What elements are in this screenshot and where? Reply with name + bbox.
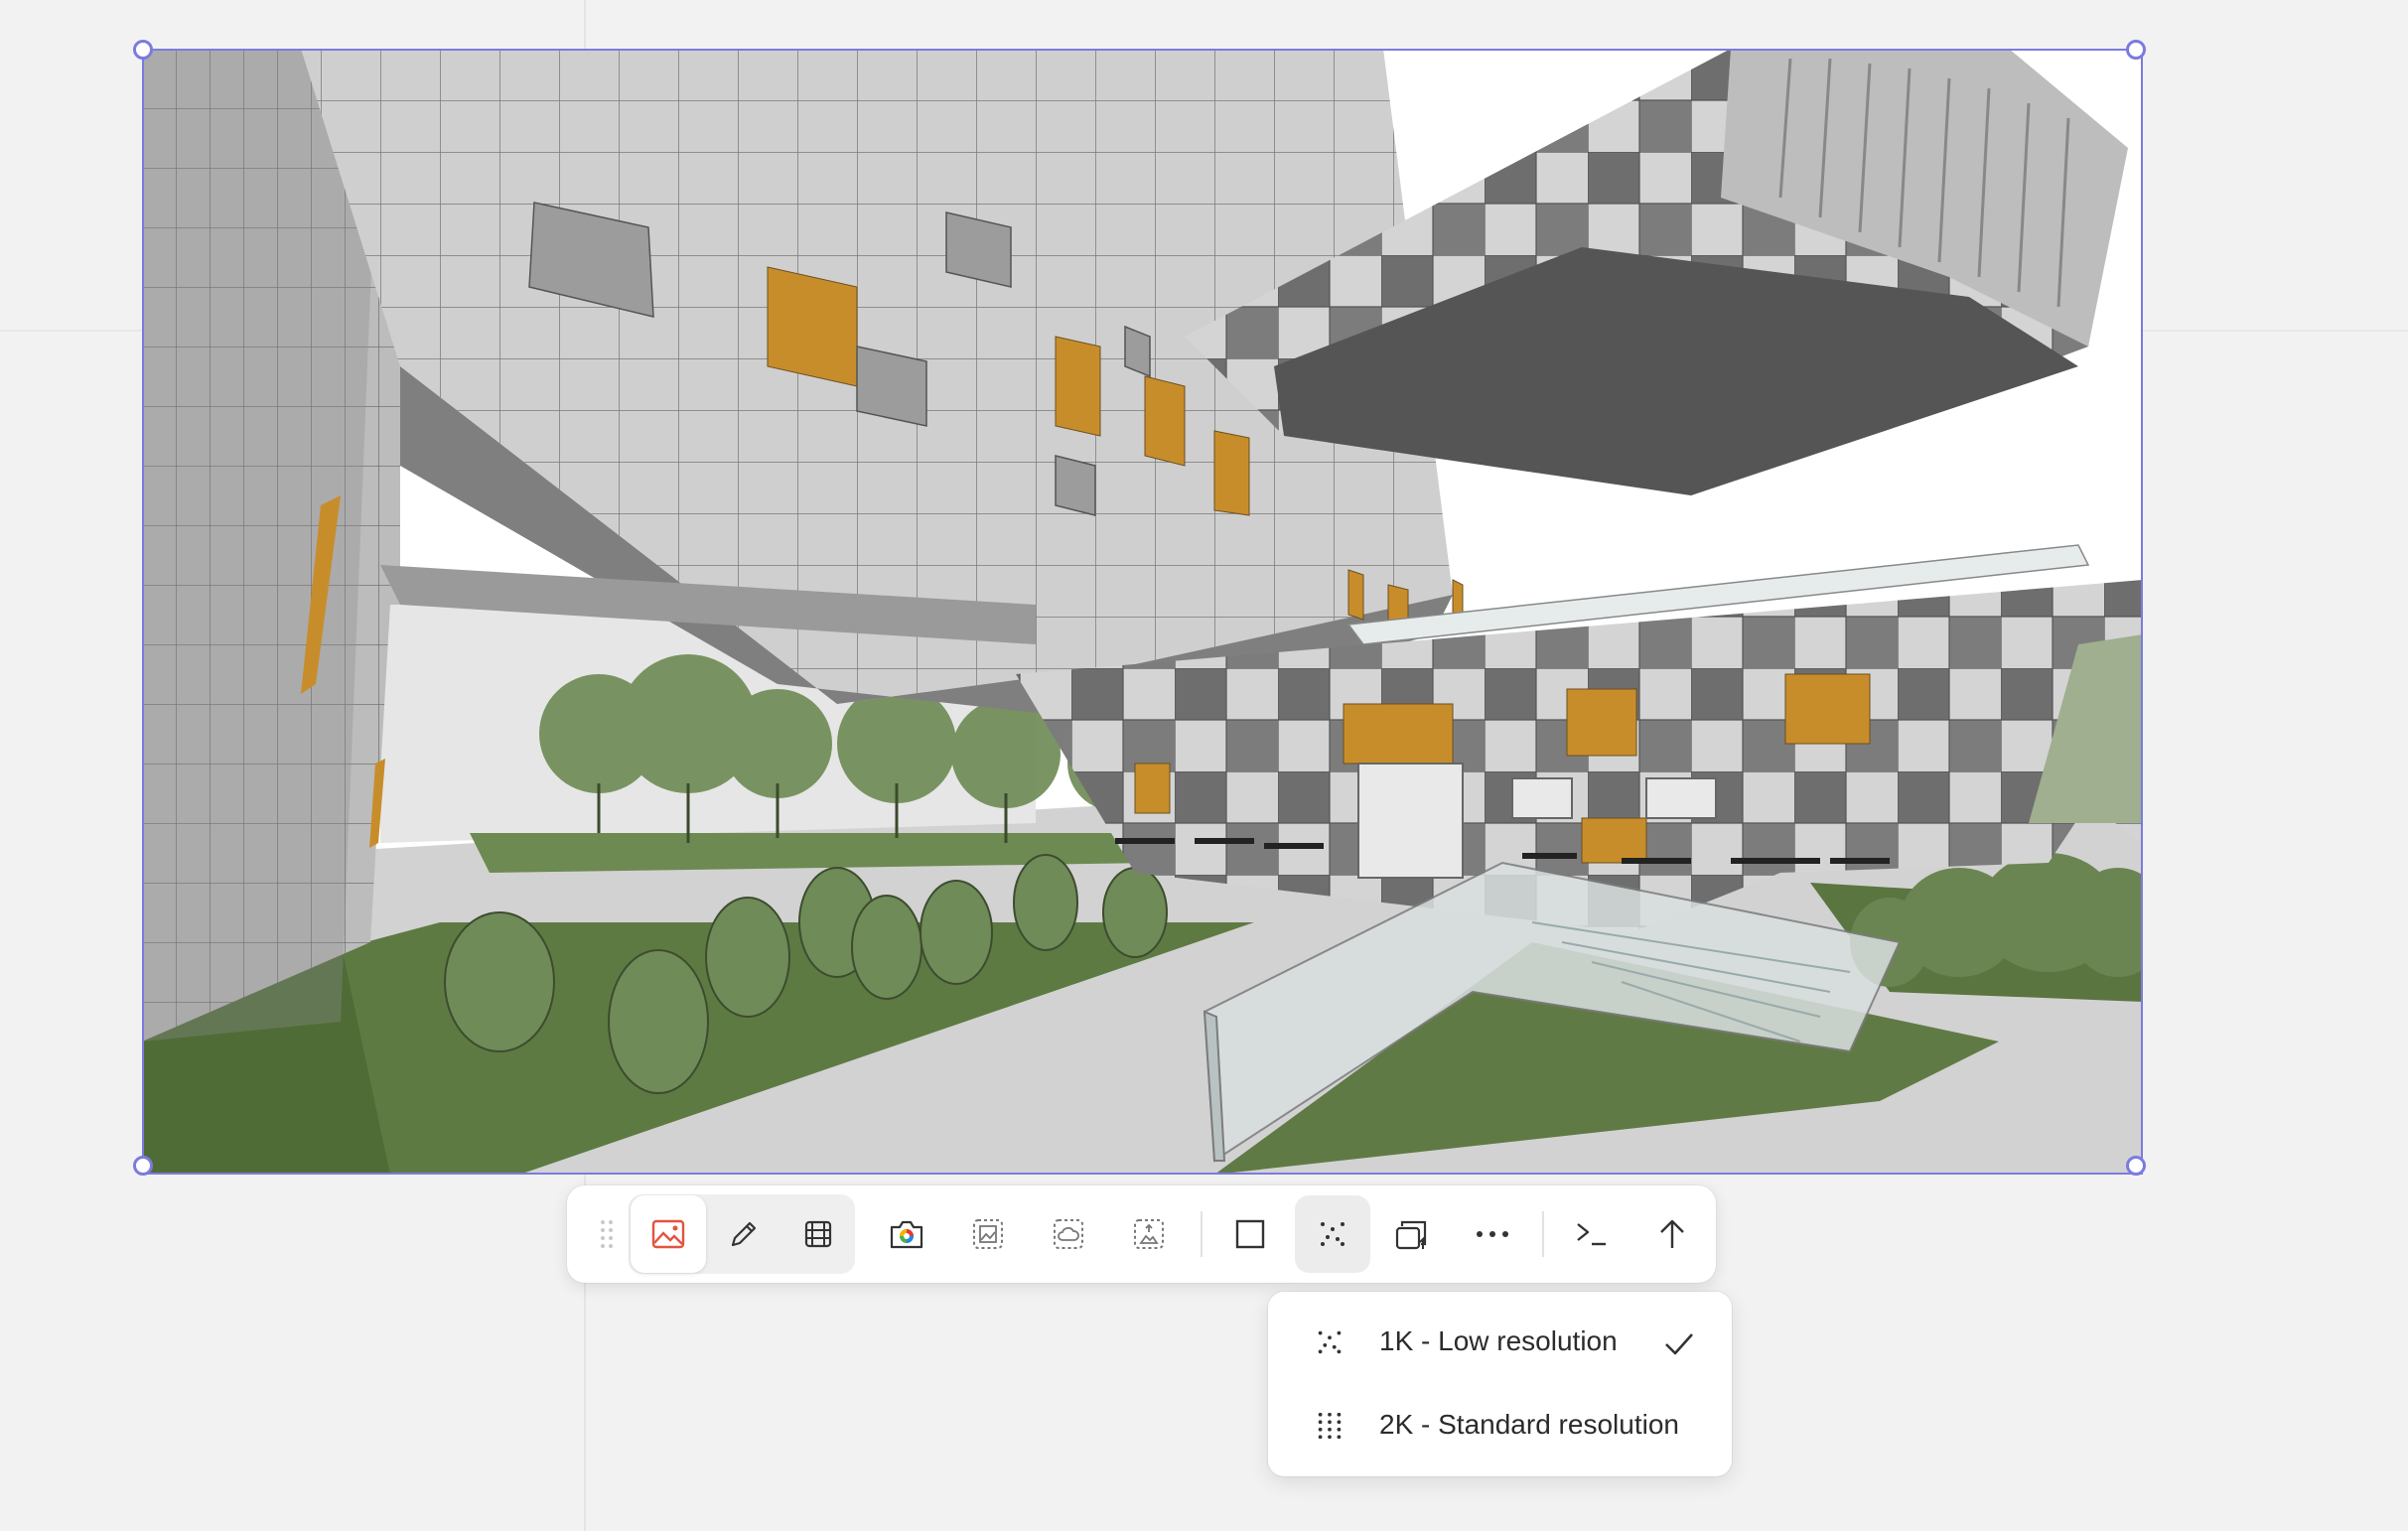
landscape-dashed-button[interactable] <box>950 1195 1026 1273</box>
ellipsis-icon <box>1477 1231 1508 1237</box>
person-dashed-button[interactable] <box>1111 1195 1187 1273</box>
copy-counter-icon <box>1395 1220 1427 1250</box>
square-icon <box>1235 1219 1265 1249</box>
video-mode-button[interactable] <box>780 1195 856 1273</box>
person-dashed-icon <box>1134 1219 1164 1249</box>
toolbar-separator <box>1542 1211 1544 1257</box>
dense-dots-icon <box>1318 1412 1342 1440</box>
sparse-dots-icon <box>1318 1330 1342 1354</box>
menu-item-label: 2K - Standard resolution <box>1379 1409 1679 1440</box>
sketch-mode-button[interactable] <box>706 1195 781 1273</box>
film-icon <box>804 1220 832 1248</box>
resolution-menu: 1K - Low resolution 2K - Standard resolu… <box>1268 1292 1732 1476</box>
camera-icon <box>890 1220 923 1249</box>
more-button[interactable] <box>1455 1195 1530 1273</box>
image-toolbar <box>567 1185 1716 1283</box>
prompt-button[interactable] <box>1554 1195 1629 1273</box>
menu-item-label: 1K - Low resolution <box>1379 1325 1618 1356</box>
submit-button[interactable] <box>1634 1195 1710 1273</box>
sparse-dots-icon <box>1321 1222 1345 1246</box>
camera-button[interactable] <box>869 1195 944 1273</box>
resize-handle-top-right[interactable] <box>2126 40 2146 60</box>
resize-handle-bottom-left[interactable] <box>133 1156 153 1176</box>
resize-handle-bottom-right[interactable] <box>2126 1156 2146 1176</box>
landscape-dashed-icon <box>973 1219 1003 1249</box>
image-icon <box>651 1219 685 1249</box>
aspect-ratio-button[interactable] <box>1212 1195 1288 1273</box>
grip-dots-icon[interactable] <box>600 1218 614 1250</box>
cloud-dashed-icon <box>1054 1219 1083 1249</box>
terminal-icon <box>1577 1223 1606 1246</box>
cloud-dashed-button[interactable] <box>1031 1195 1106 1273</box>
image-mode-button[interactable] <box>631 1195 706 1273</box>
arrow-up-icon <box>1660 1219 1684 1248</box>
check-icon <box>1665 1333 1693 1355</box>
pencil-icon <box>731 1221 757 1247</box>
menu-item-1k[interactable]: 1K - Low resolution <box>1268 1301 1732 1384</box>
menu-item-2k[interactable]: 2K - Standard resolution <box>1268 1384 1732 1467</box>
selected-image-frame[interactable] <box>133 40 2146 1176</box>
variations-button[interactable] <box>1374 1195 1450 1273</box>
toolbar-separator <box>1201 1211 1203 1257</box>
resolution-button[interactable] <box>1295 1195 1370 1273</box>
resize-handle-top-left[interactable] <box>133 40 153 60</box>
selection-border <box>142 49 2143 1175</box>
